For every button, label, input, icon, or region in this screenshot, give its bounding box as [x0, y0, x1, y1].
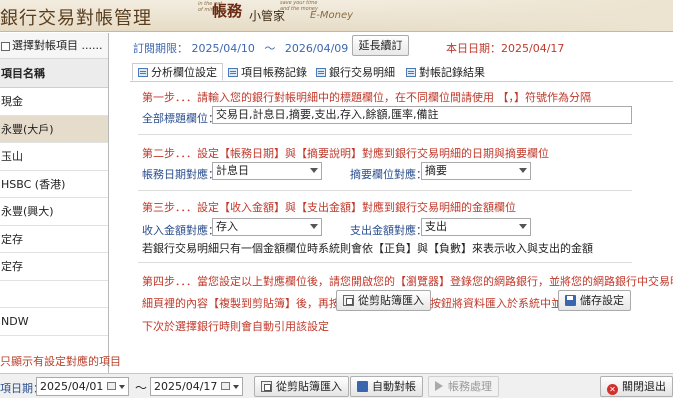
- calendar-icon: [107, 382, 116, 390]
- sidebar-item-sinopac-dawho[interactable]: 永豐(大戶): [0, 115, 108, 143]
- today-date: 本日日期：2025/04/17: [446, 40, 564, 56]
- tab-bar: 分析欄位設定 項目帳務記錄 銀行交易明細 對帳記錄結果: [130, 62, 673, 82]
- today-value: 2025/04/17: [501, 42, 565, 55]
- select-checkbox[interactable]: [1, 41, 10, 51]
- sidebar-item-blank[interactable]: [0, 281, 108, 308]
- account-process-label: 帳務處理: [448, 380, 492, 393]
- step4-line3: 下次於選擇銀行時則會自動引用該設定: [142, 320, 329, 333]
- sidebar: 選擇對帳項目 ...... 項目名稱 現金 永豐(大戶) 玉山 HSBC (香港…: [0, 33, 121, 373]
- tab-icon: [316, 68, 326, 77]
- tab-label: 分析欄位設定: [151, 66, 217, 79]
- summary-mapping-label: 摘要欄位對應：: [350, 168, 427, 181]
- divider: [138, 134, 632, 135]
- sidebar-item-fixed-deposit-2[interactable]: 定存: [0, 253, 108, 281]
- save-icon: [565, 295, 576, 306]
- sidebar-footnote: 只顯示有設定對應的項目: [0, 355, 121, 368]
- close-exit-button[interactable]: ✕ 關閉退出: [600, 376, 673, 397]
- save-settings-button[interactable]: 儲存設定: [558, 290, 631, 311]
- auto-reconcile-label: 自動對帳: [372, 380, 416, 393]
- tab-reconcile-results[interactable]: 對帳記錄結果: [406, 64, 485, 82]
- sidebar-item-fixed-deposit[interactable]: 定存: [0, 226, 108, 253]
- sidebar-item-ndw[interactable]: NDW: [0, 308, 108, 336]
- date-range-tilde: 〜: [135, 381, 148, 395]
- chevron-down-icon: [519, 224, 527, 229]
- import-clipboard-button[interactable]: 從剪貼簿匯入: [254, 376, 349, 397]
- chevron-down-icon: [310, 224, 318, 229]
- end-date-value: 2025/04/17: [154, 380, 218, 393]
- paste-import-label: 從剪貼簿匯入: [358, 294, 424, 307]
- clipboard-icon: [261, 381, 272, 392]
- summary-mapping-value: 摘要: [425, 164, 447, 177]
- step4-line1: 第四步．．．當您設定以上對應欄位後，請您開啟您的【瀏覽器】登錄您的網路銀行，並將…: [142, 275, 673, 288]
- tab-icon: [228, 68, 238, 77]
- sidebar-item-sinopac-xingda[interactable]: 永豐(興大): [0, 198, 108, 226]
- expense-mapping-label: 支出金額對應：: [350, 224, 427, 237]
- end-date-picker[interactable]: 2025/04/17: [150, 377, 243, 396]
- bottom-toolbar: 項日期： 2025/04/01 〜 2025/04/17 從剪貼簿匯入 自動對帳…: [0, 373, 673, 398]
- paste-import-button[interactable]: 從剪貼簿匯入: [336, 290, 431, 311]
- today-label: 本日日期：: [446, 42, 501, 55]
- reconcile-icon: [357, 381, 368, 392]
- extend-subscription-button[interactable]: 延長續訂: [352, 35, 409, 56]
- tab-icon: [406, 68, 416, 77]
- app-header: 銀行交易對帳管理 in the pet of minutes 帳務 小管家 sa…: [0, 0, 673, 32]
- tab-icon: [138, 68, 148, 77]
- auto-reconcile-button[interactable]: 自動對帳: [350, 376, 423, 397]
- chevron-down-icon: [119, 385, 125, 389]
- tab-bank-transactions[interactable]: 銀行交易明細: [316, 64, 395, 82]
- expense-mapping-value: 支出: [425, 220, 447, 233]
- step4-line2b: 按鈕將資料匯入於系統中並: [430, 297, 562, 310]
- tab-field-settings[interactable]: 分析欄位設定: [132, 63, 223, 81]
- close-icon: ✕: [607, 384, 618, 395]
- all-fields-label: 全部標題欄位：: [142, 112, 219, 125]
- tab-label: 項目帳務記錄: [241, 66, 307, 79]
- start-date-picker[interactable]: 2025/04/01: [36, 377, 129, 396]
- list-header: 項目名稱: [0, 59, 108, 88]
- play-icon: [435, 381, 443, 391]
- all-fields-input[interactable]: 交易日,計息日,摘要,支出,存入,餘額,匯率,備註: [212, 106, 632, 124]
- select-items-label: 選擇對帳項目 ......: [12, 39, 103, 52]
- step4-line2a: 細頁裡的內容【複製到剪貼簿】後，再按下: [142, 297, 351, 310]
- income-mapping-label: 收入金額對應：: [142, 224, 219, 237]
- sidebar-item-hsbc[interactable]: HSBC (香港): [0, 171, 108, 198]
- step2-title: 第二步．．．設定【帳務日期】與【摘要說明】對應到銀行交易明細的日期與摘要欄位: [142, 147, 549, 160]
- header-decoration: [340, 0, 673, 31]
- tab-label: 銀行交易明細: [329, 66, 395, 79]
- period-tilde: 〜: [264, 42, 276, 55]
- chevron-down-icon: [233, 385, 239, 389]
- step3-title: 第三步．．．設定【收入金額】與【支出金額】對應到銀行交易明細的金額欄位: [142, 201, 516, 214]
- tab-account-records[interactable]: 項目帳務記錄: [228, 64, 307, 82]
- subscription-period: 訂閱期限： 2025/04/10 〜 2026/04/09: [133, 40, 348, 56]
- account-process-button[interactable]: 帳務處理: [428, 376, 499, 397]
- date-mapping-label: 帳務日期對應：: [142, 168, 219, 181]
- divider: [138, 262, 632, 263]
- close-exit-label: 關閉退出: [622, 380, 666, 393]
- app-title: 銀行交易對帳管理: [0, 8, 152, 29]
- period-label: 訂閱期限：: [133, 42, 188, 55]
- chevron-down-icon: [310, 168, 318, 173]
- logo-main: 帳務: [212, 2, 243, 20]
- sidebar-item-esun[interactable]: 玉山: [0, 143, 108, 171]
- step1-title: 第一步．．．請輸入您的銀行對帳明細中的標題欄位，在不同欄位間請使用 【，】符號作…: [142, 91, 591, 104]
- income-mapping-select[interactable]: 存入: [212, 218, 322, 236]
- clipboard-icon: [343, 295, 354, 306]
- expense-mapping-select[interactable]: 支出: [421, 218, 531, 236]
- summary-mapping-select[interactable]: 摘要: [421, 162, 531, 180]
- date-mapping-select[interactable]: 計息日: [212, 162, 322, 180]
- select-items-row[interactable]: 選擇對帳項目 ......: [0, 33, 108, 59]
- start-date-value: 2025/04/01: [40, 380, 104, 393]
- divider: [138, 190, 632, 191]
- sidebar-item-cash[interactable]: 現金: [0, 88, 108, 116]
- import-clipboard-label: 從剪貼簿匯入: [276, 380, 342, 393]
- save-settings-label: 儲存設定: [580, 294, 624, 307]
- period-end: 2026/04/09: [284, 42, 349, 55]
- income-mapping-value: 存入: [216, 220, 238, 233]
- chevron-down-icon: [519, 168, 527, 173]
- calendar-icon: [221, 382, 230, 390]
- tab-label: 對帳記錄結果: [419, 66, 485, 79]
- amount-note: 若銀行交易明細只有一個金額欄位時系統則會依【正負】與【負數】來表示收入與支出的金…: [142, 242, 593, 255]
- date-mapping-value: 計息日: [216, 164, 249, 177]
- period-start: 2025/04/10: [191, 42, 255, 55]
